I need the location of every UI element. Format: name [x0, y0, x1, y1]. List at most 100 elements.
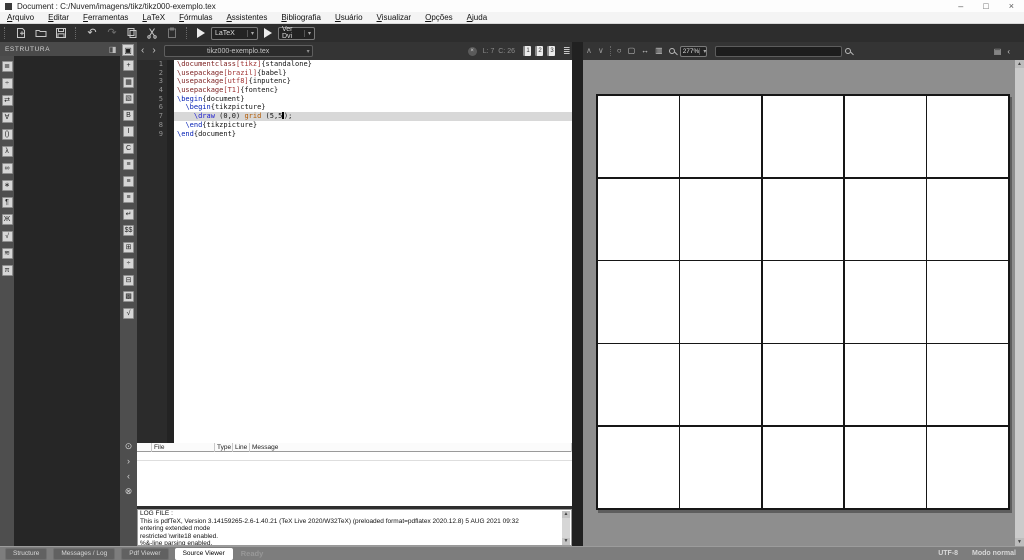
line-break-icon[interactable]: ↵	[123, 209, 134, 220]
pdf-scrollbar[interactable]: ▲ ▼	[1015, 60, 1024, 546]
menu-visualizar[interactable]: Visualizar	[370, 13, 419, 22]
maximize-button[interactable]: □	[983, 1, 988, 11]
code-area[interactable]: \documentclass[tikz]{standalone}\usepack…	[174, 60, 572, 443]
zoom-level-selector[interactable]: 277% ▾	[680, 46, 707, 57]
matrix-icon[interactable]: ⊞	[123, 242, 134, 253]
relations-icon[interactable]: ∀	[2, 112, 13, 123]
wasysym-icon[interactable]: ≋	[2, 248, 13, 259]
italic-icon[interactable]: I	[123, 126, 134, 137]
menu-ferramentas[interactable]: Ferramentas	[76, 13, 135, 22]
cyrillic-icon[interactable]: Ж	[2, 214, 13, 225]
messages-col-file[interactable]: File	[152, 443, 215, 452]
split-window-icon[interactable]: ▣	[122, 44, 134, 56]
messages-col-type[interactable]: Type	[215, 443, 233, 452]
menu-usu-rio[interactable]: Usuário	[328, 13, 370, 22]
magnifier-icon[interactable]	[669, 48, 675, 54]
search-icon[interactable]	[845, 48, 851, 54]
previous-message-icon[interactable]: ‹	[127, 472, 130, 481]
save-icon[interactable]	[54, 27, 68, 40]
tabular-icon[interactable]: ▩	[123, 291, 134, 302]
fraction-icon[interactable]: ÷	[123, 258, 134, 269]
structure-icon[interactable]: ≣	[2, 61, 13, 72]
status-tab-pdf-viewer[interactable]: Pdf Viewer	[121, 548, 168, 560]
next-document-icon[interactable]: ›	[152, 46, 155, 56]
messages-col-line[interactable]: Line	[233, 443, 250, 452]
align-left-icon[interactable]: ≡	[123, 159, 134, 170]
external-viewer-icon[interactable]: ‹	[1007, 47, 1010, 56]
misc-math-icon[interactable]: ∞	[2, 163, 13, 174]
menu-bibliografia[interactable]: Bibliografia	[274, 13, 328, 22]
bold-icon[interactable]: B	[123, 110, 134, 121]
next-message-icon[interactable]: ›	[127, 457, 130, 466]
scroll-down-icon[interactable]: ▼	[1015, 538, 1024, 546]
fit-window-icon[interactable]: ▢	[628, 46, 636, 56]
view-selector[interactable]: Ver Dvi ▾	[278, 27, 315, 40]
figure-env-icon[interactable]: ▧	[123, 93, 134, 104]
numbering-icon[interactable]: ¶	[2, 197, 13, 208]
special-chars-icon[interactable]: √	[2, 231, 13, 242]
cut-icon[interactable]	[145, 27, 159, 40]
menu-editar[interactable]: Editar	[41, 13, 76, 22]
open-file-icon[interactable]	[34, 27, 48, 40]
scroll-down-icon[interactable]: ▼	[562, 538, 570, 545]
scroll-up-icon[interactable]: ▲	[1015, 60, 1024, 68]
document-list-icon[interactable]: ≣	[563, 46, 571, 57]
code-editor[interactable]: 123456789 \documentclass[tikz]{standalon…	[137, 60, 572, 443]
menu-op-es[interactable]: Opções	[418, 13, 460, 22]
menu-latex[interactable]: LaTeX	[135, 13, 172, 22]
status-tab-source-viewer[interactable]: Source Viewer	[175, 548, 233, 560]
view-run-icon[interactable]	[264, 28, 272, 38]
arrows-icon[interactable]: ⇄	[2, 95, 13, 106]
status-tab-structure[interactable]: Structure	[5, 548, 47, 560]
pdf-viewer[interactable]	[583, 60, 1024, 546]
panel-splitter[interactable]	[572, 42, 583, 546]
menu-arquivo[interactable]: Arquivo	[0, 13, 41, 22]
greek-icon[interactable]: λ	[2, 146, 13, 157]
typewriter-icon[interactable]: C	[123, 143, 134, 154]
copy-icon[interactable]	[125, 27, 139, 40]
scroll-down-icon[interactable]: ∨	[598, 46, 604, 56]
redo-icon[interactable]: ↷	[105, 27, 119, 40]
align-center-icon[interactable]: ≡	[123, 176, 134, 187]
log-scrollbar[interactable]: ▲ ▼	[562, 511, 570, 545]
original-size-icon[interactable]: ○	[617, 46, 622, 56]
single-page-icon[interactable]: ▥	[655, 46, 663, 56]
document-tab[interactable]: tikz000-exemplo.tex ▾	[164, 45, 313, 57]
insert-icon[interactable]: +	[123, 60, 134, 71]
encoding-label[interactable]: UTF-8	[938, 550, 958, 557]
new-document-icon[interactable]	[14, 27, 28, 40]
misc-symbols-icon[interactable]: ∗	[2, 180, 13, 191]
menu-f-rmulas[interactable]: Fórmulas	[172, 13, 219, 22]
pdf-search-input[interactable]	[715, 46, 842, 57]
bookmark-3-icon[interactable]: 3	[547, 46, 555, 56]
include-graphics-icon[interactable]: ▦	[123, 77, 134, 88]
status-tab-messages-log[interactable]: Messages / Log	[53, 548, 115, 560]
inline-math-icon[interactable]: $$	[123, 225, 134, 236]
paste-icon[interactable]	[165, 27, 179, 40]
greek-caps-icon[interactable]: π	[2, 265, 13, 276]
scroll-up-icon[interactable]: ▲	[562, 511, 570, 518]
panel-detach-icon[interactable]: ◨	[109, 45, 117, 54]
align-right-icon[interactable]: ≡	[123, 192, 134, 203]
clear-messages-icon[interactable]: ⊗	[125, 487, 133, 496]
bookmark-2-icon[interactable]: 2	[535, 46, 543, 56]
scroll-up-icon[interactable]: ∧	[586, 46, 592, 56]
operators-icon[interactable]: ÷	[2, 78, 13, 89]
menu-assistentes[interactable]: Assistentes	[219, 13, 274, 22]
array-icon[interactable]: ⊟	[123, 275, 134, 286]
structure-panel-body[interactable]	[0, 56, 120, 546]
stop-compile-icon[interactable]: ×	[468, 47, 477, 56]
mode-label[interactable]: Modo normal	[972, 550, 1016, 557]
menu-ajuda[interactable]: Ajuda	[460, 13, 494, 22]
messages-col-message[interactable]: Message	[250, 443, 572, 452]
presentation-icon[interactable]: ▤	[994, 47, 1002, 56]
previous-document-icon[interactable]: ‹	[141, 46, 144, 56]
undo-icon[interactable]: ↶	[85, 27, 99, 40]
sqrt-icon[interactable]: √	[123, 308, 134, 319]
close-button[interactable]: ×	[1009, 1, 1014, 11]
fit-width-icon[interactable]: ↔	[641, 46, 649, 56]
log-output[interactable]: LOG FILE :This is pdfTeX, Version 3.1415…	[137, 509, 572, 546]
compile-run-icon[interactable]	[197, 28, 205, 38]
bookmark-1-icon[interactable]: 1	[523, 46, 531, 56]
minimize-button[interactable]: –	[958, 1, 963, 11]
